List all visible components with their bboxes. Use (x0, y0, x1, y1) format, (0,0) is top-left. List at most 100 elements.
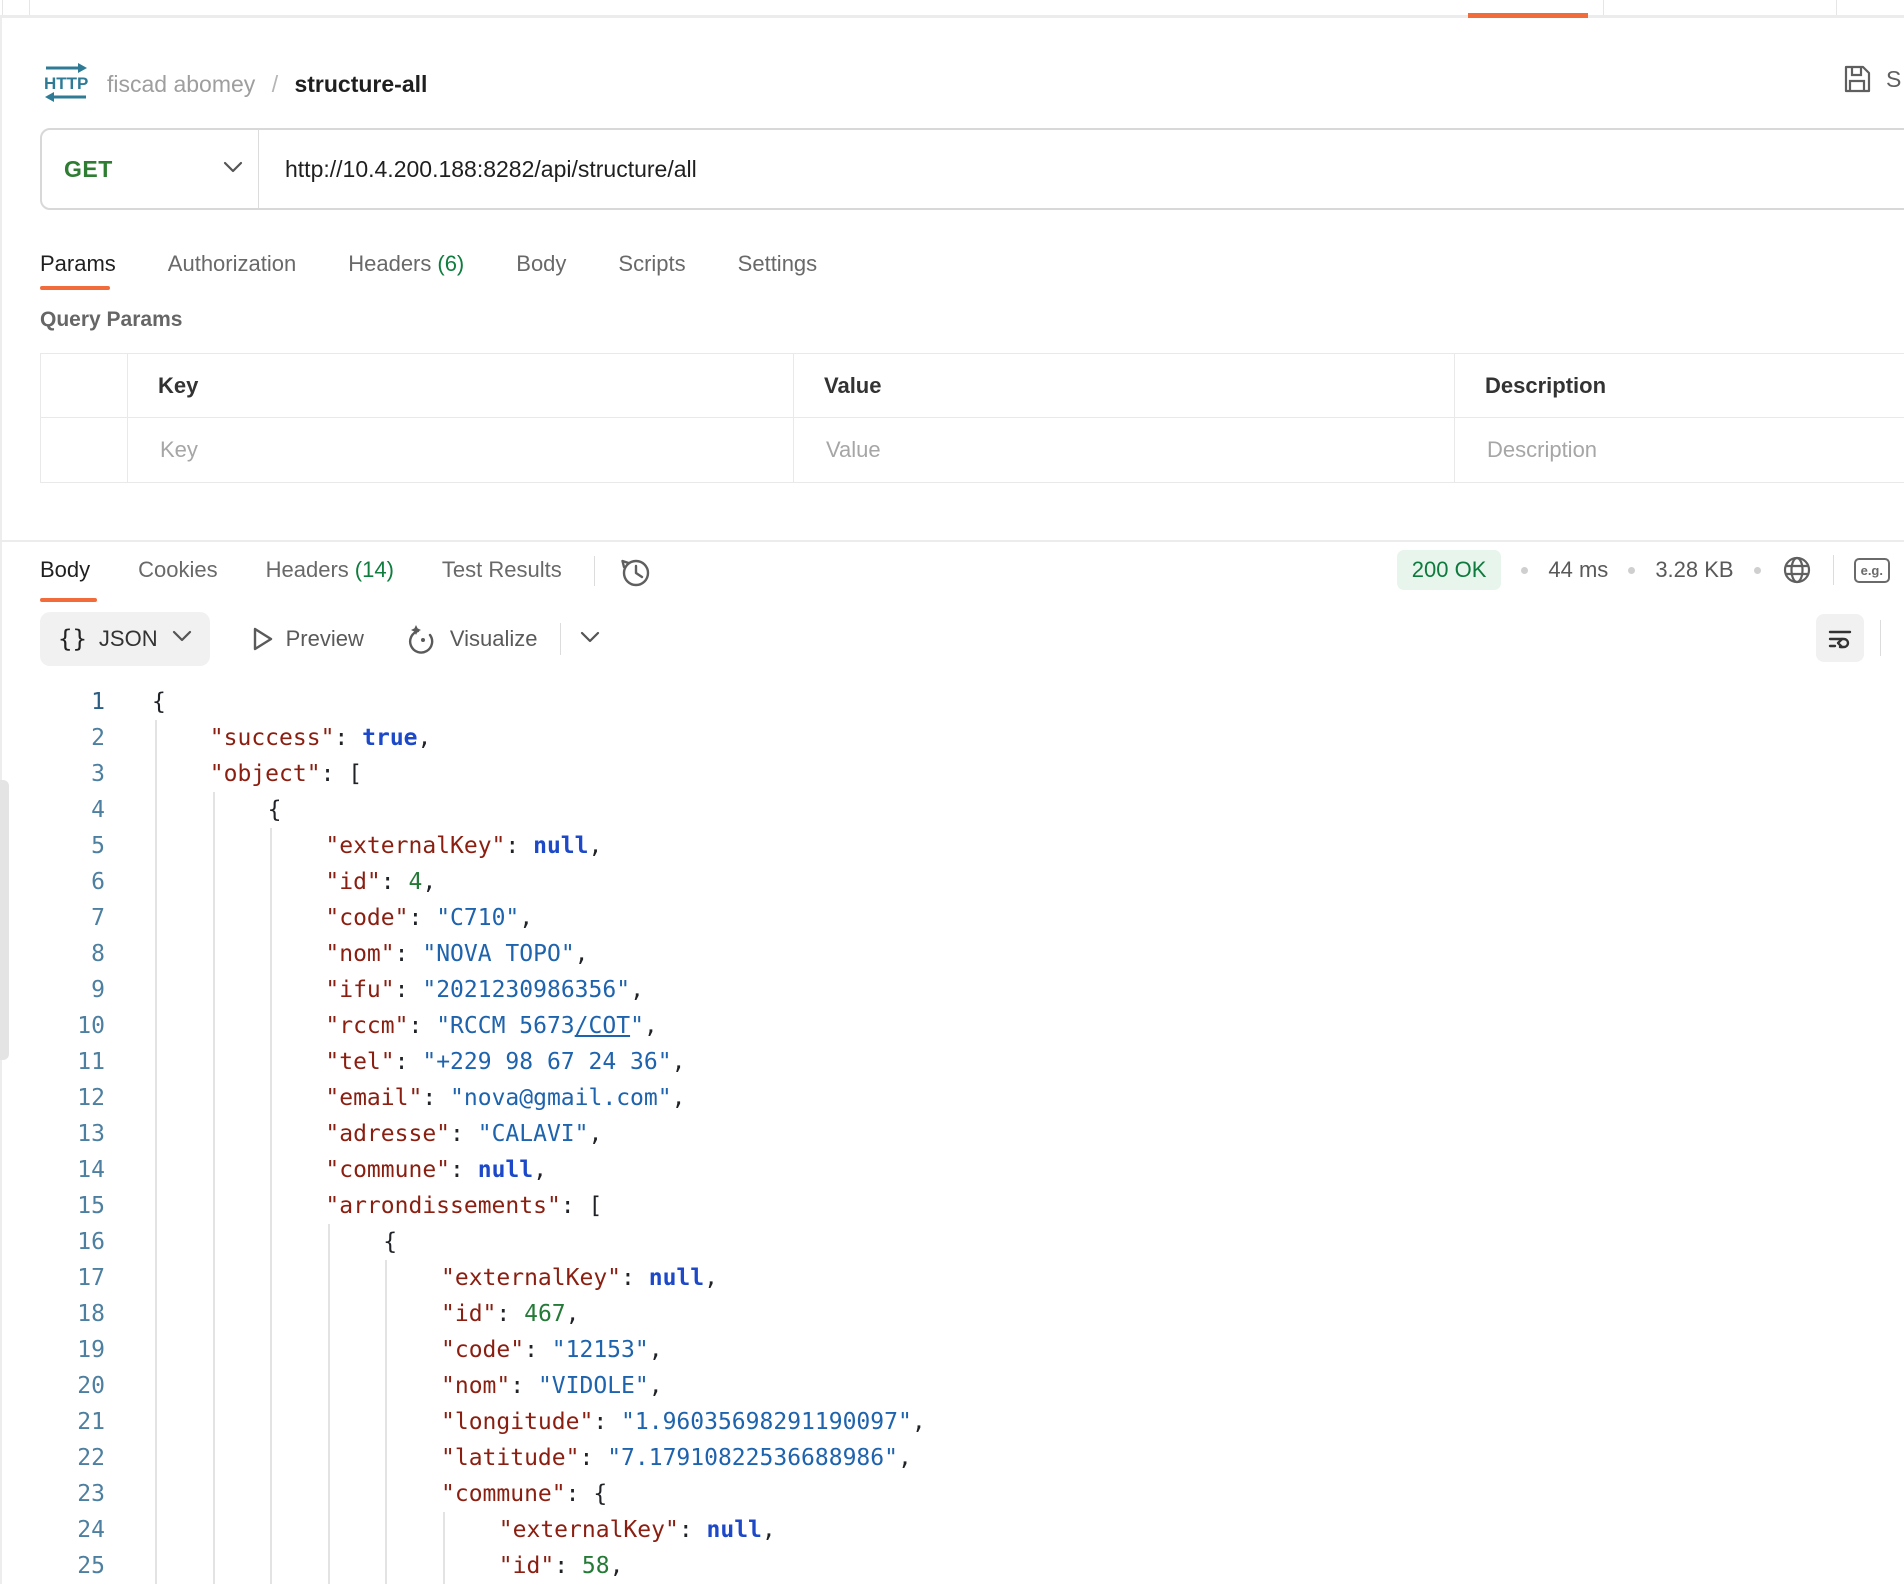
response-tab-headers[interactable]: Headers(14) (266, 557, 394, 583)
response-tabs-divider (594, 556, 595, 586)
line-number: 9 (0, 972, 105, 1008)
line-number: 24 (0, 1512, 105, 1548)
code-line: 11"tel": "+229 98 67 24 36", (0, 1044, 1904, 1080)
breadcrumb: fiscad abomey / structure-all (107, 71, 427, 98)
select-all-cell[interactable] (41, 354, 128, 417)
table-row (41, 418, 1904, 482)
code-line: 9"ifu": "2021230986356", (0, 972, 1904, 1008)
line-number: 25 (0, 1548, 105, 1584)
visualize-button[interactable]: Visualize (408, 624, 538, 654)
line-number: 18 (0, 1296, 105, 1332)
response-tab-test-results[interactable]: Test Results (442, 557, 562, 583)
play-icon (250, 626, 274, 652)
network-info-button[interactable] (1781, 554, 1813, 586)
response-tab-cookies[interactable]: Cookies (138, 557, 217, 583)
code-line: 21"longitude": "1.96035698291190097", (0, 1404, 1904, 1440)
url-bar: GET http://10.4.200.188:8282/api/structu… (40, 128, 1904, 210)
clock-history-icon (616, 553, 654, 591)
toolbar-divider (560, 623, 561, 655)
code-line: 18"id": 467, (0, 1296, 1904, 1332)
query-params-title: Query Params (40, 308, 182, 332)
active-response-tab-underline (40, 598, 97, 602)
dot-separator (1628, 567, 1635, 574)
response-time[interactable]: 44 ms (1548, 557, 1608, 583)
tab-separator (1836, 0, 1837, 15)
url-input[interactable]: http://10.4.200.188:8282/api/structure/a… (285, 156, 697, 183)
http-request-icon: HTTP (42, 62, 90, 104)
status-badge[interactable]: 200 OK (1397, 550, 1502, 590)
line-number: 16 (0, 1224, 105, 1260)
line-number: 10 (0, 1008, 105, 1044)
param-key-input[interactable] (158, 436, 734, 464)
code-line: 17"externalKey": null, (0, 1260, 1904, 1296)
preview-button[interactable]: Preview (250, 626, 364, 652)
breadcrumb-request-title[interactable]: structure-all (294, 71, 427, 97)
code-line: 4{ (0, 792, 1904, 828)
row-checkbox-cell[interactable] (41, 418, 128, 482)
code-line: 10"rccm": "RCCM 5673/COT", (0, 1008, 1904, 1044)
dot-separator (1521, 567, 1528, 574)
response-size[interactable]: 3.28 KB (1655, 557, 1733, 583)
table-header-row: Key Value Description (41, 354, 1904, 418)
method-selector[interactable]: GET (42, 130, 258, 208)
chevron-down-icon[interactable] (579, 630, 601, 649)
visualize-icon (408, 624, 438, 654)
response-headers-count-badge: (14) (355, 557, 394, 582)
breadcrumb-collection[interactable]: fiscad abomey (107, 71, 255, 97)
line-number: 17 (0, 1260, 105, 1296)
response-status-area: 200 OK 44 ms 3.28 KB e.g. (1397, 549, 1890, 591)
save-as-example-button[interactable]: e.g. (1854, 558, 1890, 583)
line-number: 5 (0, 828, 105, 864)
save-icon (1842, 64, 1872, 94)
column-header-key: Key (128, 354, 794, 417)
wrap-text-button[interactable] (1816, 614, 1864, 662)
code-line: 23"commune": { (0, 1476, 1904, 1512)
window-tab-strip (0, 0, 1904, 18)
tab-authorization[interactable]: Authorization (168, 251, 296, 277)
save-label: S (1886, 66, 1901, 93)
param-value-input[interactable] (824, 436, 1395, 464)
history-button[interactable] (616, 553, 654, 591)
visualize-label: Visualize (450, 626, 538, 652)
code-line: 13"adresse": "CALAVI", (0, 1116, 1904, 1152)
line-number: 22 (0, 1440, 105, 1476)
code-line: 5"externalKey": null, (0, 828, 1904, 864)
line-number: 19 (0, 1332, 105, 1368)
response-section-divider (0, 540, 1904, 542)
response-format-dropdown[interactable]: {} JSON (40, 612, 210, 666)
code-line: 19"code": "12153", (0, 1332, 1904, 1368)
line-number: 2 (0, 720, 105, 756)
tab-settings[interactable]: Settings (738, 251, 818, 277)
line-number: 20 (0, 1368, 105, 1404)
tab-scripts[interactable]: Scripts (618, 251, 685, 277)
svg-text:HTTP: HTTP (44, 74, 88, 93)
code-line: 25"id": 58, (0, 1548, 1904, 1584)
code-line: 12"email": "nova@gmail.com", (0, 1080, 1904, 1116)
json-braces-icon: {} (58, 625, 87, 653)
dot-separator (1754, 567, 1761, 574)
status-divider (1833, 555, 1834, 585)
tab-body[interactable]: Body (516, 251, 566, 277)
code-line: 14"commune": null, (0, 1152, 1904, 1188)
preview-label: Preview (286, 626, 364, 652)
line-number: 7 (0, 900, 105, 936)
save-button[interactable]: S (1842, 64, 1901, 94)
code-line: 3"object": [ (0, 756, 1904, 792)
line-number: 8 (0, 936, 105, 972)
code-line: 15"arrondissements": [ (0, 1188, 1904, 1224)
line-number: 3 (0, 756, 105, 792)
code-line: 24"externalKey": null, (0, 1512, 1904, 1548)
param-description-input[interactable] (1485, 436, 1866, 464)
response-tab-body[interactable]: Body (40, 557, 90, 583)
chevron-down-icon (172, 630, 192, 648)
active-request-tab-underline (40, 286, 110, 290)
url-divider (258, 130, 259, 208)
tab-headers[interactable]: Headers(6) (348, 251, 464, 277)
headers-count-badge: (6) (437, 251, 464, 276)
code-line: 2"success": true, (0, 720, 1904, 756)
tab-separator (1603, 0, 1604, 15)
response-body-viewer: 1{2"success": true,3"object": [4{5"exter… (0, 684, 1904, 1584)
tab-params[interactable]: Params (40, 251, 116, 277)
code-line: 8"nom": "NOVA TOPO", (0, 936, 1904, 972)
breadcrumb-separator: / (272, 71, 278, 97)
